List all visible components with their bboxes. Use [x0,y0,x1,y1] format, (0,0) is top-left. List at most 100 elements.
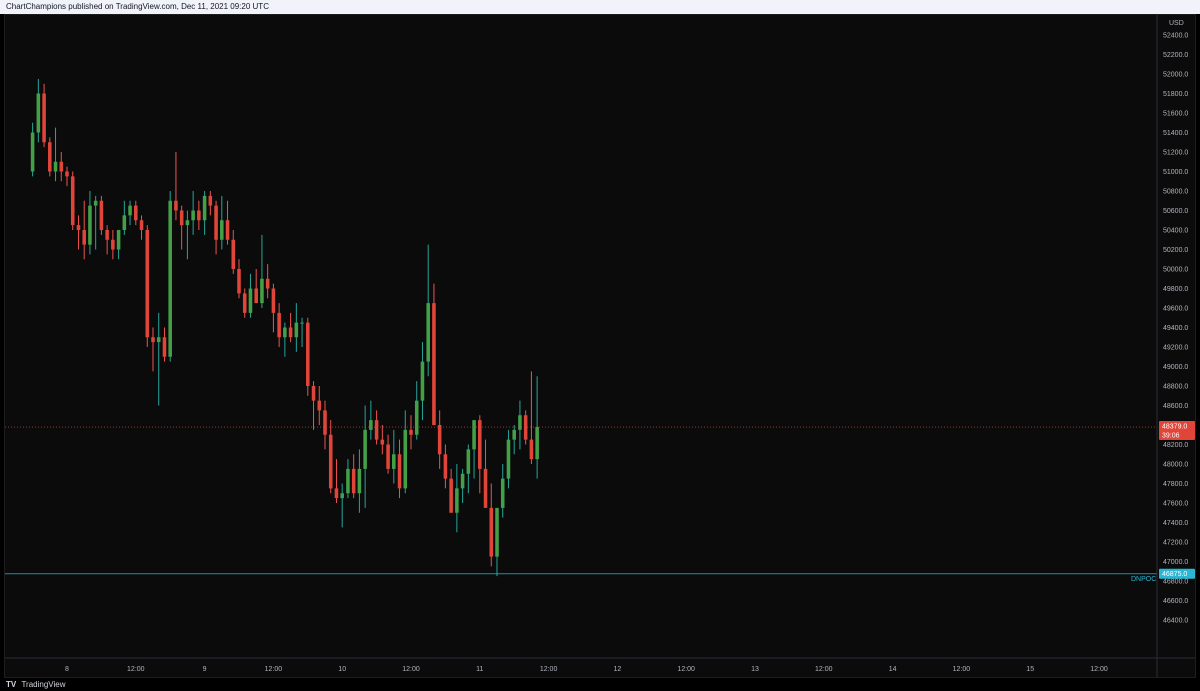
candle-body [168,200,172,357]
candle [191,191,195,235]
time-tick-label: 14 [889,666,897,673]
time-tick-label: 12:00 [953,666,971,673]
candle [179,205,184,250]
candle-body [311,386,316,401]
candle [231,230,236,274]
price-tick-label: 46600.0 [1163,598,1188,605]
candle [53,127,58,182]
candle [426,244,430,377]
price-chart[interactable]: USD 52400.0 52200.0 52000.0 51800.0 51600.0 5… [5,15,1195,677]
candle [346,459,350,499]
candle-body [529,439,534,460]
candle [369,400,373,440]
time-tick-label: 12:00 [677,666,695,673]
candle-body [306,322,310,386]
candle [334,459,339,503]
candle [414,381,419,440]
candle-body [122,215,127,230]
candle [260,234,264,308]
candle [134,200,138,226]
candle [59,152,64,182]
candle-body [346,468,350,494]
price-tick-label: 50600.0 [1163,208,1188,215]
candle-body [88,205,92,245]
candle [432,283,436,425]
candle [185,210,190,260]
candle-body [369,420,373,430]
candle-body [197,210,201,221]
candle-body [93,200,98,206]
candle [323,400,327,450]
time-tick-label: 11 [476,666,483,673]
candle [174,152,178,221]
candle-body [460,473,465,489]
candle-body [30,132,35,172]
candle-body [231,239,236,269]
candle-body [426,303,430,362]
candle [283,322,287,357]
price-tick-label: 52400.0 [1163,33,1188,40]
candle-body [397,454,402,489]
candle [65,166,69,187]
dnpoc-price-label: 46875.0 [1162,571,1187,578]
candle-body [65,171,69,177]
candle [88,191,92,255]
candle-body [449,478,453,513]
candle [506,429,511,489]
time-tick-label: 9 [203,666,207,673]
candle-body [288,327,293,338]
candle-body [506,439,511,479]
candle [208,191,213,216]
candle-body [340,493,344,499]
candle [105,225,109,255]
currency-label: USD [1169,20,1184,27]
candle [168,191,172,362]
candle-body [76,225,81,230]
candle-body [512,429,516,440]
candle-body [225,220,230,240]
candle [386,434,390,474]
candle-body [334,488,339,499]
candle [156,312,161,406]
candle-body [260,278,264,304]
candle [317,386,322,425]
candle [449,468,453,513]
candle-body [495,507,499,557]
price-tick-label: 47200.0 [1163,540,1188,547]
candle-body [248,288,253,313]
candle [248,273,253,318]
price-tick-label: 48000.0 [1163,462,1188,469]
price-tick-label: 48200.0 [1163,442,1188,449]
candle [340,483,344,528]
candle-body [535,427,539,460]
price-tick-label: 49600.0 [1163,306,1188,313]
candle-body [357,468,362,494]
candle [151,327,155,372]
candle-body [220,220,224,240]
candle [99,195,104,235]
candle-body [414,400,419,435]
candle-body [392,454,396,469]
candle-body [300,322,304,324]
candle-body [351,468,356,494]
candle-body [283,327,287,338]
time-tick-label: 12:00 [265,666,283,673]
candle [472,420,476,479]
candle [271,283,276,333]
price-tick-label: 50400.0 [1163,228,1188,235]
time-tick-label: 12:00 [402,666,420,673]
candle-body [134,205,138,221]
candle [277,303,281,347]
price-tick-label: 49800.0 [1163,286,1188,293]
candle [48,137,52,177]
price-tick-label: 47400.0 [1163,520,1188,527]
price-tick-label: 49000.0 [1163,364,1188,371]
price-tick-label: 50800.0 [1163,189,1188,196]
price-tick-label: 46400.0 [1163,618,1188,625]
candle [76,215,81,250]
candle-body [409,429,413,435]
candle [409,415,413,450]
chart-panel[interactable]: USD 52400.0 52200.0 52000.0 51800.0 51600.0 5… [4,14,1196,678]
price-axis[interactable]: USD 52400.0 52200.0 52000.0 51800.0 51600.0 5… [1163,20,1188,625]
time-axis[interactable]: 8 12:00 9 12:00 10 12:00 11 12:00 12 12:00 13 12:00… [65,666,1108,673]
